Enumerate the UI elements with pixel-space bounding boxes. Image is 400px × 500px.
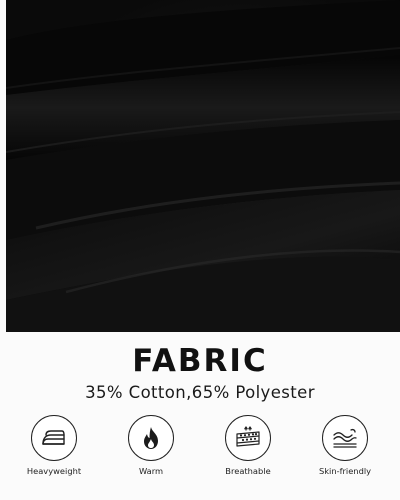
feature-label: Heavyweight <box>26 466 82 476</box>
feature-skin-friendly: Skin-friendly <box>305 415 385 483</box>
skin-wave-icon <box>333 428 357 448</box>
feature-label: Breathable <box>225 466 271 476</box>
fabric-title: FABRIC <box>132 343 268 379</box>
feature-icon-circle <box>31 415 77 461</box>
feature-icon-circle <box>225 415 271 461</box>
feature-warm: Warm <box>111 415 191 483</box>
fabric-closeup-image <box>6 0 400 332</box>
feature-heavyweight: Heavyweight <box>14 415 94 483</box>
feature-label: Skin-friendly <box>318 466 372 476</box>
feature-icon-circle <box>322 415 368 461</box>
folded-fabric-icon <box>42 430 65 445</box>
product-info-panel: FABRIC 35% Cotton,65% Polyester Heavywei… <box>0 0 400 500</box>
feature-icon-circle <box>128 415 174 461</box>
feature-label: Warm <box>138 466 164 476</box>
breathable-layers-icon <box>236 426 260 447</box>
feature-breathable: Breathable <box>208 415 288 483</box>
flame-icon <box>144 427 158 449</box>
fabric-composition: 35% Cotton,65% Polyester <box>85 383 315 402</box>
